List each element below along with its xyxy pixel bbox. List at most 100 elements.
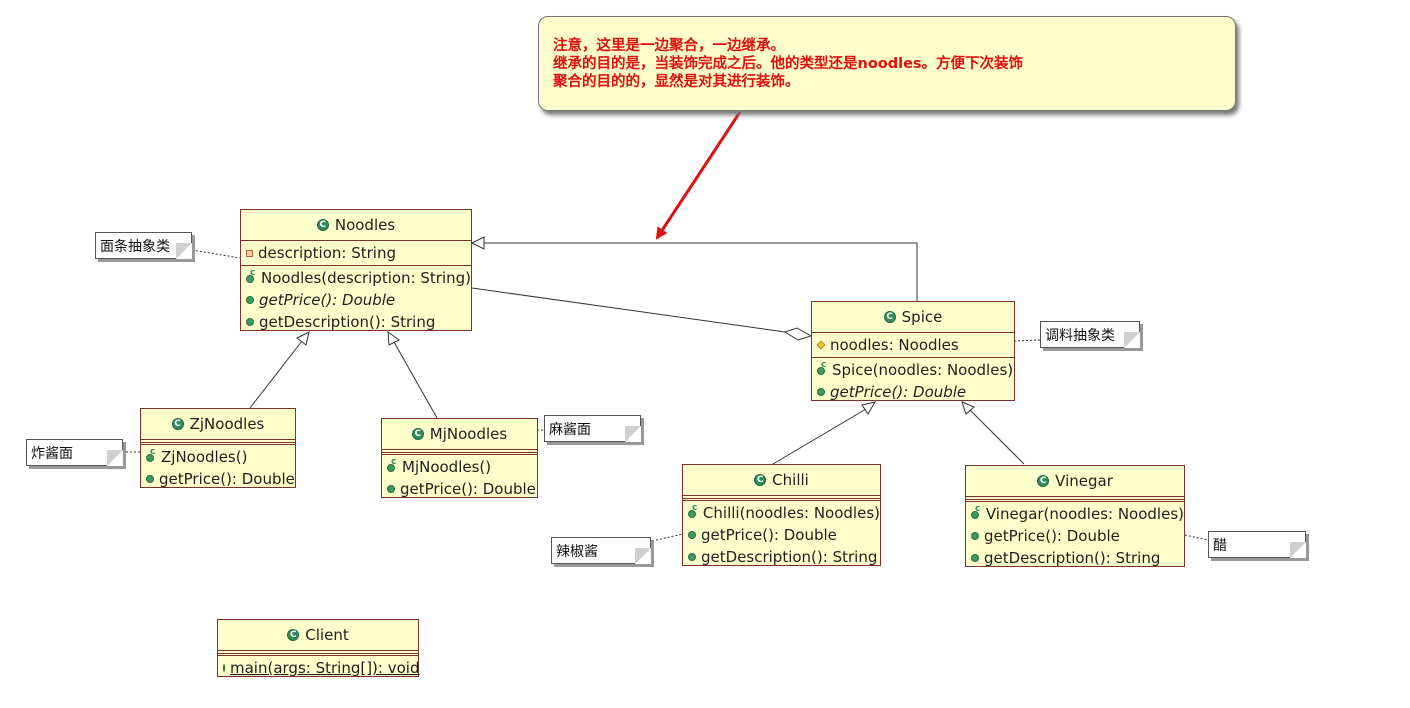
method-text: Vinegar(noodles: Noodles) [985,505,1184,523]
method-row: getDescription(): String [683,546,880,568]
constructor-icon: c [817,360,827,376]
note-fold [635,548,651,564]
class-client[interactable]: C Client main(args: String[]): void [217,619,419,677]
constructor-icon: c [146,447,156,463]
note-noodles[interactable]: 面条抽象类 [95,232,192,259]
note-connector-vinegar [1184,534,1209,541]
method-text: getDescription(): String [259,313,436,331]
note-text: 调料抽象类 [1045,327,1115,344]
method-text: MjNoodles() [402,458,492,476]
public-method-icon [688,553,696,561]
spice-extends-noodles-line [484,242,918,302]
aggregation-diamond [783,327,813,341]
method-row: main(args: String[]): void [218,657,420,679]
class-vinegar[interactable]: C Vinegar c Vinegar(noodles: Noodles) ge… [965,465,1185,567]
method-text: getDescription(): String [984,549,1161,567]
note-vinegar[interactable]: 醋 [1208,531,1306,558]
method-text: getPrice(): Double [984,527,1120,545]
class-icon: C [754,474,767,486]
private-field-icon [246,249,253,257]
method-row: getPrice(): Double [141,468,295,490]
class-zjnoodles[interactable]: C ZjNoodles c ZjNoodles() getPrice(): Do… [140,408,296,488]
class-methods: c Spice(noodles: Noodles) getPrice(): Do… [812,358,1014,404]
class-name: Chilli [772,471,809,489]
field-text: description: String [258,244,396,262]
class-methods: c Vinegar(noodles: Noodles) getPrice(): … [966,502,1184,570]
method-text: Spice(noodles: Noodles) [832,361,1014,379]
class-header: C Vinegar [966,466,1184,497]
method-row: getPrice(): Double [812,381,1014,403]
class-mjnoodles[interactable]: C MjNoodles c MjNoodles() getPrice(): Do… [381,418,538,498]
constructor-icon: c [246,268,256,284]
public-method-icon [971,532,979,540]
note-text: 麻酱面 [549,421,591,438]
note-fold [107,450,123,466]
class-name: Vinegar [1055,472,1113,490]
constructor-icon: c [387,457,397,473]
class-name: ZjNoodles [189,415,265,433]
callout-arrow [655,111,742,240]
class-icon: C [411,428,424,440]
class-spice[interactable]: C Spice noodles: Noodles c Spice(noodles… [811,301,1015,401]
field-text: noodles: Noodles [830,336,959,354]
class-fields: noodles: Noodles [812,333,1014,358]
method-row: c Noodles(description: String) [241,267,471,289]
note-fold [625,426,641,442]
class-header: C MjNoodles [382,419,537,450]
spice-extends-noodles-arrowhead [470,236,485,250]
class-methods: c ZjNoodles() getPrice(): Double [141,445,295,491]
method-text: getPrice(): Double [259,291,396,309]
method-row: c MjNoodles() [382,456,537,478]
method-text: getPrice(): Double [400,480,536,498]
public-method-icon [223,664,225,672]
note-spice[interactable]: 调料抽象类 [1040,321,1140,348]
method-row: getDescription(): String [241,311,471,333]
class-icon: C [171,418,184,430]
class-noodles[interactable]: C Noodles description: String c Noodles(… [240,209,472,331]
method-text: ZjNoodles() [161,448,248,466]
class-methods: c Noodles(description: String) getPrice(… [241,266,471,334]
note-chilli[interactable]: 辣椒酱 [551,537,651,564]
public-method-icon [817,388,825,396]
class-fields: description: String [241,241,471,266]
method-text: Chilli(noodles: Noodles) [702,504,880,522]
note-mjnoodles[interactable]: 麻酱面 [544,415,641,442]
spice-aggregates-noodles-line [471,287,786,333]
class-name: Noodles [334,216,396,234]
note-zjnoodles[interactable]: 炸酱面 [26,439,123,466]
public-method-icon [246,296,254,304]
class-methods: c Chilli(noodles: Noodles) getPrice(): D… [683,501,880,569]
method-row: c Chilli(noodles: Noodles) [683,502,880,524]
mjnoodles-extends-noodles-line [393,341,438,419]
method-text: getPrice(): Double [159,470,295,488]
method-text: main(args: String[]): void [230,659,420,677]
note-text: 辣椒酱 [556,543,598,560]
method-text: getDescription(): String [701,548,878,566]
class-chilli[interactable]: C Chilli c Chilli(noodles: Noodles) getP… [682,464,881,566]
method-row: c Vinegar(noodles: Noodles) [966,503,1184,525]
constructor-icon: c [688,503,698,519]
note-fold [176,243,192,259]
class-name: Client [305,626,349,644]
class-icon: C [1037,475,1050,487]
note-connector-noodles [191,249,241,259]
chilli-extends-spice-line [772,408,867,465]
note-connector-chilli [651,533,684,542]
field-row: noodles: Noodles [812,334,1014,356]
constructor-icon: c [971,504,981,520]
public-method-icon [688,531,696,539]
method-row: getPrice(): Double [382,478,537,500]
method-row: c ZjNoodles() [141,446,295,468]
note-text: 醋 [1213,537,1227,554]
public-method-icon [246,318,254,326]
callout-line-2: 继承的目的是，当装饰完成之后。他的类型还是noodles。方便下次装饰 [553,56,1024,72]
class-name: MjNoodles [429,425,508,443]
method-row: c Spice(noodles: Noodles) [812,359,1014,381]
uml-diagram-canvas: 注意，这里是一边聚合，一边继承。 继承的目的是，当装饰完成之后。他的类型还是no… [0,0,1410,708]
class-icon: C [316,219,329,231]
class-icon: C [883,311,896,323]
protected-field-icon [816,340,826,350]
class-methods: c MjNoodles() getPrice(): Double [382,455,537,501]
class-header: C Chilli [683,465,880,496]
note-connector-spice [1013,339,1041,342]
